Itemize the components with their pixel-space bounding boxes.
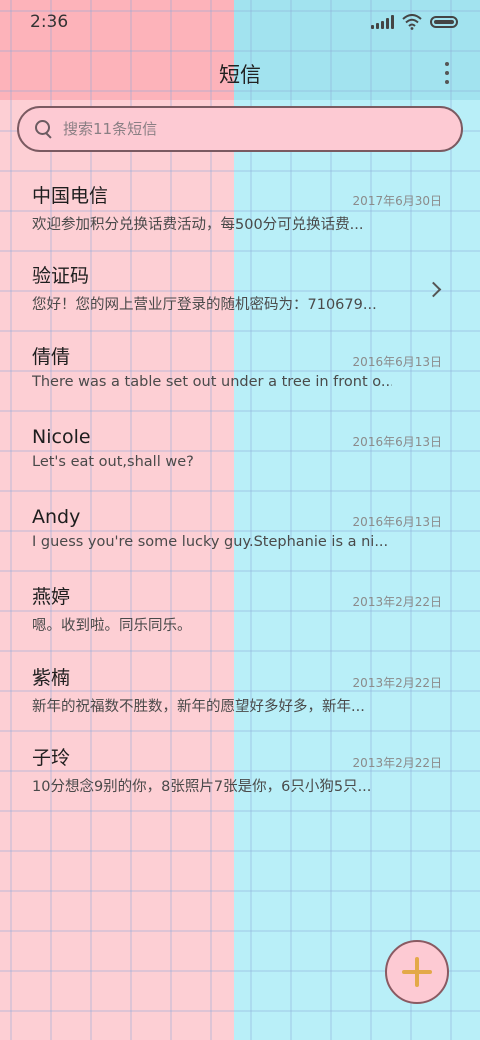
message-list: 中国电信 2017年6月30日 欢迎参加积分兑换话费活动，每500分可兑换话费.… xyxy=(0,168,480,810)
signal-icon xyxy=(371,15,394,29)
message-date: 2017年6月30日 xyxy=(352,194,442,208)
message-preview: There was a table set out under a tree i… xyxy=(32,373,392,390)
status-time: 2:36 xyxy=(30,12,69,32)
list-item[interactable]: 验证码 您好！您的网上营业厅登录的随机密码为：710679... xyxy=(0,248,480,328)
contact-name: 验证码 xyxy=(32,265,90,288)
message-date: 2016年6月13日 xyxy=(352,515,442,530)
wifi-icon xyxy=(402,14,422,30)
list-item[interactable]: Nicole 2016年6月13日 Let's eat out,shall we… xyxy=(0,409,480,489)
message-preview: 您好！您的网上营业厅登录的随机密码为：710679... xyxy=(32,297,377,314)
message-preview: 新年的祝福数不胜数，新年的愿望好多好多，新年... xyxy=(32,698,365,715)
message-date: 2013年2月22日 xyxy=(352,675,442,690)
list-item[interactable]: 倩倩 2016年6月13日 There was a table set out … xyxy=(0,329,480,409)
message-preview: 嗯。收到啦。同乐同乐。 xyxy=(32,618,192,635)
message-date: 2013年2月22日 xyxy=(352,756,442,771)
list-item[interactable]: Andy 2016年6月13日 I guess you're some luck… xyxy=(0,489,480,569)
message-date: 2016年6月13日 xyxy=(352,354,442,369)
plus-icon xyxy=(402,957,432,987)
search-icon xyxy=(35,120,53,139)
list-item[interactable]: 紫楠 2013年2月22日 新年的祝福数不胜数，新年的愿望好多好多，新年... xyxy=(0,650,480,730)
status-icons xyxy=(371,14,458,30)
message-preview: 10分想念9别的你，8张照片7张是你，6只小狗5只... xyxy=(32,779,372,796)
page-title: 短信 xyxy=(219,63,261,87)
message-date: 2016年6月13日 xyxy=(352,434,442,449)
message-date: 2013年2月22日 xyxy=(352,595,442,610)
more-vertical-icon[interactable] xyxy=(444,62,450,84)
list-item[interactable]: 中国电信 2017年6月30日 欢迎参加积分兑换话费活动，每500分可兑换话费.… xyxy=(0,168,480,248)
list-item[interactable]: 燕婷 2013年2月22日 嗯。收到啦。同乐同乐。 xyxy=(0,569,480,649)
search-input[interactable] xyxy=(63,120,423,138)
search-bar[interactable] xyxy=(17,106,463,152)
list-item[interactable]: 子玲 2013年2月22日 10分想念9别的你，8张照片7张是你，6只小狗5只.… xyxy=(0,730,480,810)
battery-icon xyxy=(430,16,458,28)
message-preview: 欢迎参加积分兑换话费活动，每500分可兑换话费... xyxy=(32,217,364,233)
message-preview: I guess you're some lucky guy.Stephanie … xyxy=(32,534,389,551)
message-preview: Let's eat out,shall we? xyxy=(32,453,194,470)
app-header: 短信 xyxy=(0,52,480,96)
compose-button[interactable] xyxy=(385,940,449,1004)
status-bar: 2:36 xyxy=(0,0,480,44)
